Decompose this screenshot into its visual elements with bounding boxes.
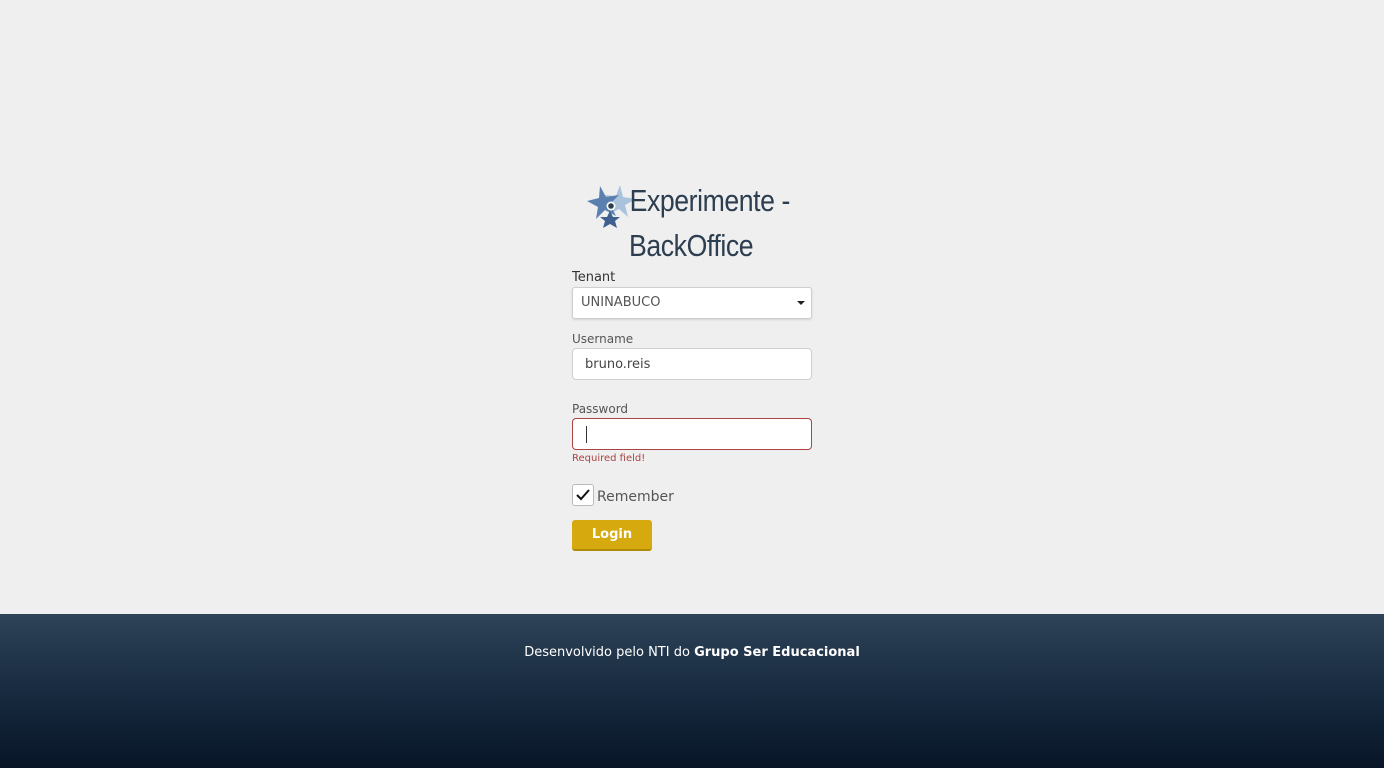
password-field[interactable] <box>573 419 811 449</box>
login-button[interactable]: Login <box>572 520 652 551</box>
password-error-message: Required field! <box>572 453 646 464</box>
login-form: Experimente - BackOffice Tenant UNINABUC… <box>572 178 812 551</box>
app-title: Experimente - BackOffice <box>572 178 812 268</box>
tenant-select[interactable]: UNINABUCO <box>572 287 812 319</box>
remember-label[interactable]: Remember <box>597 489 674 505</box>
chevron-down-icon <box>797 301 805 305</box>
password-label: Password <box>572 402 629 416</box>
checkmark-icon <box>576 489 590 501</box>
footer-prefix: Desenvolvido pelo NTI do <box>524 645 690 660</box>
footer-credit: Desenvolvido pelo NTI do Grupo Ser Educa… <box>0 645 1384 660</box>
app-title-line2: BackOffice <box>629 228 754 263</box>
username-label: Username <box>572 332 634 346</box>
login-page: Experimente - BackOffice Tenant UNINABUC… <box>0 0 1384 768</box>
remember-row: Remember <box>572 484 812 508</box>
tenant-label: Tenant <box>572 270 616 285</box>
app-title-line1: Experimente - <box>629 183 791 218</box>
password-field-box <box>572 418 812 450</box>
tenant-selected-value: UNINABUCO <box>581 295 661 310</box>
remember-checkbox[interactable] <box>572 484 594 506</box>
footer: Desenvolvido pelo NTI do Grupo Ser Educa… <box>0 614 1384 768</box>
footer-company: Grupo Ser Educacional <box>694 645 860 660</box>
brand-header: Experimente - BackOffice <box>572 178 812 270</box>
text-cursor <box>586 426 587 443</box>
username-field[interactable] <box>573 349 811 379</box>
username-field-box <box>572 348 812 380</box>
main-area: Experimente - BackOffice Tenant UNINABUC… <box>0 0 1384 614</box>
